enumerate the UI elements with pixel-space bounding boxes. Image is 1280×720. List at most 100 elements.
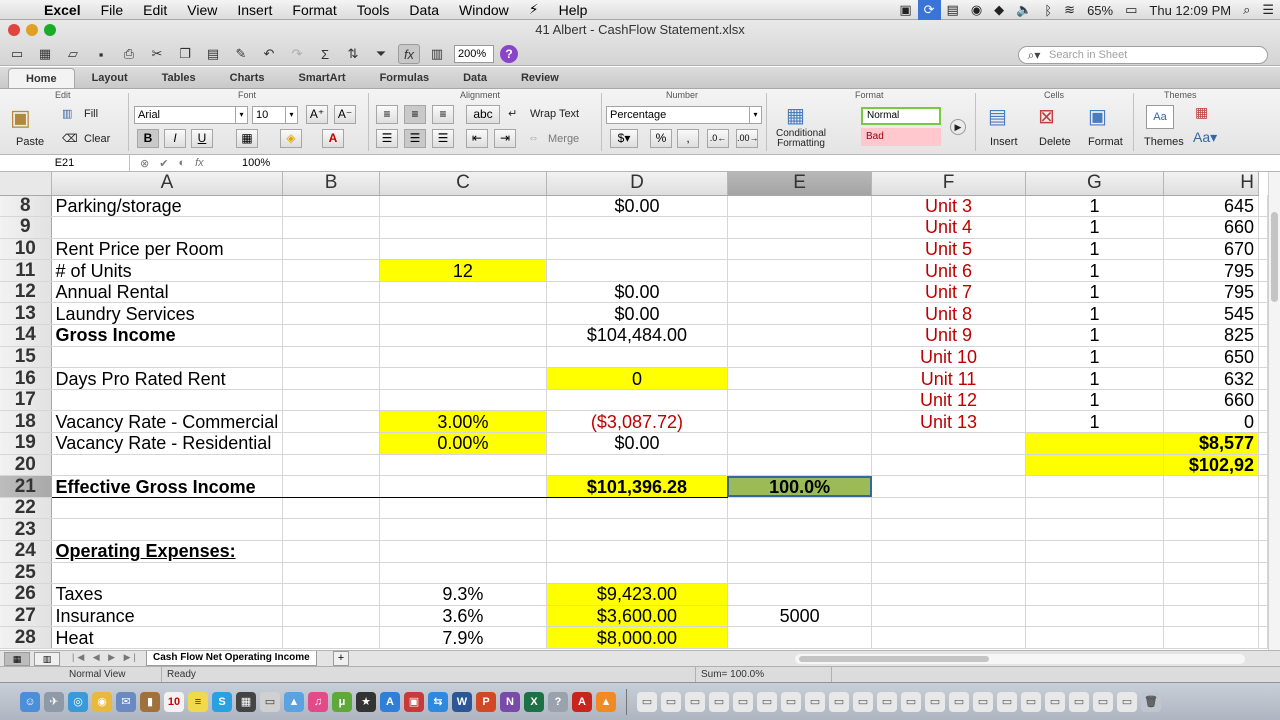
row-header[interactable]: 13 (0, 302, 52, 326)
normal-view-button[interactable]: ▦ (4, 652, 30, 666)
document-icon[interactable]: ▭ (1117, 691, 1137, 712)
cell-b23[interactable] (282, 518, 380, 541)
fill-icon[interactable]: ▥ (62, 107, 72, 120)
row-header[interactable]: 11 (0, 259, 52, 282)
menu-view[interactable]: View (177, 2, 227, 18)
cell-f25[interactable] (871, 562, 1026, 585)
cell-c18[interactable]: 3.00% (379, 410, 548, 434)
cell-d10[interactable] (546, 238, 728, 261)
cell-f24[interactable] (871, 540, 1026, 563)
cell-a22[interactable] (51, 497, 284, 520)
currency-format-button[interactable]: $▾ (610, 129, 638, 148)
cell-b10[interactable] (282, 238, 380, 261)
document-icon[interactable]: ▭ (1045, 691, 1065, 712)
comma-format-button[interactable]: , (677, 129, 699, 148)
cell-i24[interactable] (1258, 540, 1268, 563)
paste-icon[interactable]: ▤ (202, 44, 224, 64)
cell-f14[interactable]: Unit 9 (871, 324, 1026, 347)
cell-a9[interactable] (51, 216, 284, 239)
cell-f9[interactable]: Unit 4 (871, 216, 1026, 239)
cell-i25[interactable] (1258, 562, 1268, 585)
wifi-icon[interactable]: ≋ (1058, 2, 1081, 18)
cell-h18[interactable]: 0 (1163, 410, 1259, 434)
cell-g13[interactable]: 1 (1025, 302, 1165, 326)
cell-g9[interactable]: 1 (1025, 216, 1165, 239)
row-header[interactable]: 23 (0, 518, 52, 541)
notification-list-icon[interactable]: ☰ (1256, 2, 1280, 18)
cell-d18[interactable]: ($3,087.72) (546, 410, 728, 434)
cell-i11[interactable] (1258, 259, 1268, 282)
themes-preview-icon[interactable]: Aa (1146, 105, 1174, 129)
photo-booth-icon[interactable]: ▣ (404, 691, 424, 712)
cell-a27[interactable]: Insurance (51, 605, 284, 628)
cell-d13[interactable]: $0.00 (546, 302, 728, 326)
screen-icon[interactable]: ▤ (941, 2, 965, 18)
document-icon[interactable]: ▭ (733, 691, 753, 712)
increase-decimal-button[interactable]: .0← (707, 129, 729, 148)
cell-h20[interactable]: $102,92 (1163, 454, 1259, 477)
orientation-button[interactable]: abc (466, 105, 500, 124)
add-sheet-button[interactable]: + (333, 651, 349, 666)
row-header[interactable]: 28 (0, 626, 52, 649)
cell-a28[interactable]: Heat (51, 626, 284, 649)
menu-window[interactable]: Window (449, 2, 519, 18)
cell-f17[interactable]: Unit 12 (871, 389, 1026, 412)
cell-h11[interactable]: 795 (1163, 259, 1259, 282)
cell-f10[interactable]: Unit 5 (871, 238, 1026, 261)
tab-review[interactable]: Review (504, 68, 576, 88)
cell-h17[interactable]: 660 (1163, 389, 1259, 412)
cell-b18[interactable] (282, 410, 380, 434)
utorrent-icon[interactable]: μ (332, 691, 352, 712)
column-header-h[interactable]: H (1163, 172, 1259, 196)
column-header-d[interactable]: D (546, 172, 728, 196)
cell-i9[interactable] (1258, 216, 1268, 239)
cell-h26[interactable] (1163, 583, 1259, 606)
cell-c12[interactable] (379, 281, 548, 304)
borders-button[interactable]: ▦ (236, 129, 258, 148)
cell-d9[interactable] (546, 216, 728, 239)
cell-h25[interactable] (1163, 562, 1259, 585)
fx-icon[interactable]: fx (195, 157, 204, 169)
cell-h15[interactable]: 650 (1163, 346, 1259, 369)
chrome-icon[interactable]: ◉ (92, 691, 112, 712)
cell-d26[interactable]: $9,423.00 (546, 583, 728, 606)
sheet-navigation-arrows[interactable]: |◀ ◀ ▶ ▶| (72, 652, 139, 663)
cell-e12[interactable] (727, 281, 873, 304)
cell-i22[interactable] (1258, 497, 1268, 520)
cell-a16[interactable]: Days Pro Rated Rent (51, 367, 284, 390)
record-icon[interactable]: ◉ (965, 2, 988, 18)
cell-e20[interactable] (727, 454, 873, 477)
cell-f27[interactable] (871, 605, 1026, 628)
cell-i15[interactable] (1258, 346, 1268, 369)
styles-next-icon[interactable]: ▶ (950, 119, 966, 135)
cell-e9[interactable] (727, 216, 873, 239)
align-left-button[interactable]: ☰ (376, 129, 398, 148)
cell-c8[interactable] (379, 195, 548, 218)
template-gallery-icon[interactable]: ▦ (34, 44, 56, 64)
cell-c23[interactable] (379, 518, 548, 541)
cell-g18[interactable]: 1 (1025, 410, 1165, 434)
document-icon[interactable]: ▭ (709, 691, 729, 712)
row-header[interactable]: 12 (0, 281, 52, 304)
formula-builder-icon[interactable]: fx (398, 44, 420, 64)
cell-e15[interactable] (727, 346, 873, 369)
confirm-icon[interactable]: ✔ (159, 157, 168, 170)
cell-e16[interactable] (727, 367, 873, 390)
cell-e26[interactable] (727, 583, 873, 606)
cell-d24[interactable] (546, 540, 728, 563)
cell-h16[interactable]: 632 (1163, 367, 1259, 390)
cell-e8[interactable] (727, 195, 873, 218)
column-header-a[interactable]: A (51, 172, 284, 196)
cell-c20[interactable] (379, 454, 548, 477)
excel-icon[interactable]: X (524, 691, 544, 712)
cell-c14[interactable] (379, 324, 548, 347)
cell-h27[interactable] (1163, 605, 1259, 628)
dropbox-icon[interactable]: ◆ (988, 2, 1010, 18)
cell-e17[interactable] (727, 389, 873, 412)
keynote-icon[interactable]: ▲ (284, 691, 304, 712)
menu-lightning-icon[interactable]: ⚡ (519, 1, 549, 18)
cell-e19[interactable] (727, 432, 873, 455)
cell-d23[interactable] (546, 518, 728, 541)
calendar-icon[interactable]: 10 (164, 691, 184, 712)
cell-i28[interactable] (1258, 626, 1268, 649)
